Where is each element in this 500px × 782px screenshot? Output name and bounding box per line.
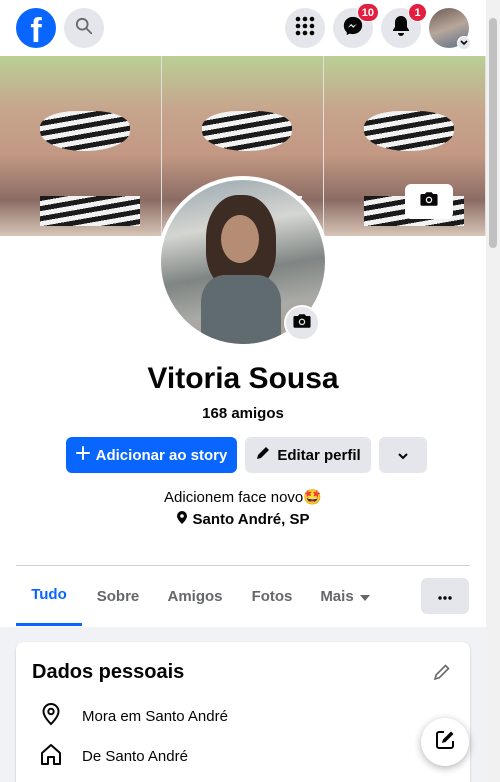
tab-options-button[interactable]	[421, 578, 469, 614]
tab-photos[interactable]: Fotos	[240, 566, 304, 626]
camera-icon	[293, 313, 311, 334]
notifications-badge: 1	[408, 3, 427, 22]
chevron-down-icon	[457, 36, 471, 50]
location-text: Santo André, SP	[192, 511, 310, 528]
search-button[interactable]	[64, 8, 104, 48]
tab-friends[interactable]: Amigos	[156, 566, 234, 626]
chevron-down-icon	[397, 447, 409, 464]
caret-down-icon	[359, 588, 370, 605]
bell-icon	[391, 15, 411, 42]
add-story-button[interactable]: Adicionar ao story	[66, 437, 237, 473]
tab-about[interactable]: Sobre	[82, 566, 154, 626]
edit-profile-picture-button[interactable]	[284, 305, 320, 341]
friends-count[interactable]: 168 amigos	[0, 405, 486, 422]
hometown-text: De Santo André	[82, 747, 188, 765]
profile-tabs: Tudo Sobre Amigos Fotos Mais	[16, 566, 470, 626]
info-row-hometown: De Santo André	[40, 742, 188, 770]
card-title: Dados pessoais	[32, 661, 185, 683]
edit-profile-label: Editar perfil	[277, 446, 361, 464]
profile-bio: Adicionem face novo🤩	[164, 489, 322, 506]
pencil-icon	[432, 664, 452, 686]
messenger-badge: 10	[356, 3, 379, 22]
tab-all[interactable]: Tudo	[16, 566, 82, 626]
location-pin-icon	[176, 511, 187, 528]
tab-more-label: Mais	[320, 587, 354, 605]
info-row-lives-in: Mora em Santo André	[40, 702, 228, 730]
edit-details-button[interactable]	[432, 662, 452, 687]
search-icon	[75, 17, 93, 40]
account-avatar[interactable]	[429, 8, 471, 50]
camera-icon	[420, 191, 438, 212]
location-pin-icon	[40, 702, 62, 730]
home-icon	[40, 742, 62, 770]
profile-name: Vitoria Sousa	[147, 362, 339, 395]
edit-cover-button[interactable]	[405, 184, 453, 219]
plus-icon	[75, 446, 90, 464]
menu-button[interactable]	[285, 8, 325, 48]
notifications-button[interactable]: 1	[381, 3, 427, 48]
facebook-logo[interactable]: f	[16, 8, 56, 48]
scrollbar[interactable]	[486, 0, 500, 782]
tab-more[interactable]: Mais	[312, 566, 378, 626]
ellipsis-icon	[438, 587, 452, 605]
grid-menu-icon	[295, 16, 315, 41]
top-nav-bar: f 10 1	[0, 0, 486, 56]
messenger-button[interactable]: 10	[333, 3, 379, 48]
profile-location: Santo André, SP	[0, 511, 486, 528]
lives-in-text: Mora em Santo André	[82, 707, 228, 725]
pencil-icon	[255, 445, 271, 465]
compose-icon	[434, 729, 456, 756]
cover-photo-tile	[0, 56, 162, 236]
add-story-label: Adicionar ao story	[95, 446, 228, 464]
compose-button[interactable]	[421, 718, 469, 766]
more-options-button[interactable]	[379, 437, 427, 473]
scrollbar-thumb[interactable]	[489, 18, 497, 248]
edit-profile-button[interactable]: Editar perfil	[245, 437, 371, 473]
personal-details-card: Dados pessoais Mora em Santo André De Sa…	[16, 642, 470, 782]
